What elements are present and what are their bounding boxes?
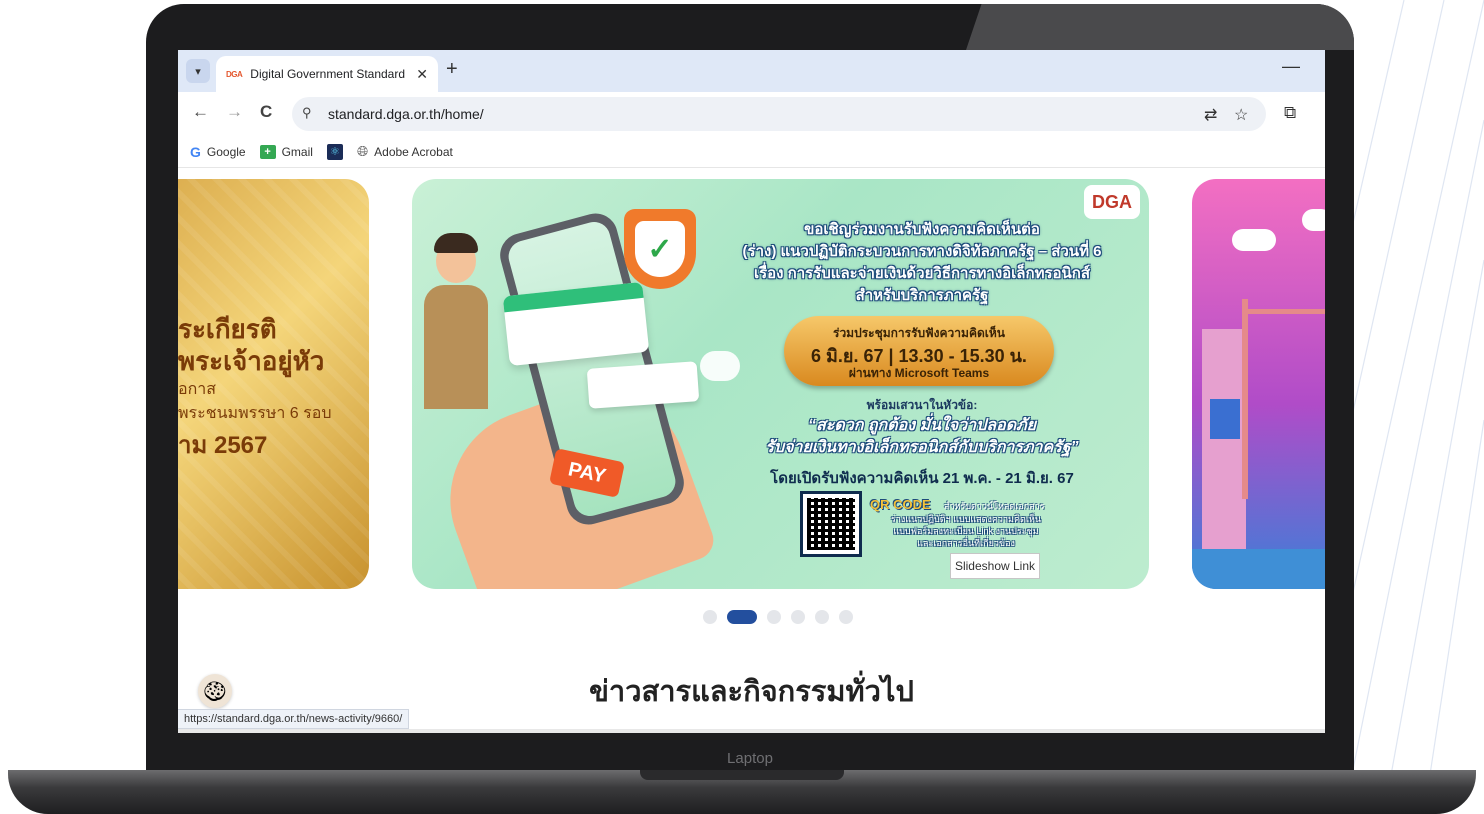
qr-subtitle: สำหรับดาวน์โหลดเอกสาร <box>944 501 1045 511</box>
tab-active[interactable]: DGA Digital Government Standard - ✕ <box>216 56 438 92</box>
qr-code <box>800 491 862 557</box>
back-icon[interactable]: ← <box>192 102 209 122</box>
close-icon[interactable]: ✕ <box>416 66 428 83</box>
dga-favicon-icon: DGA <box>226 69 243 79</box>
carousel-dot-active[interactable] <box>727 610 757 624</box>
feedback-period: โดยเปิดรับฟังความคิดเห็น 21 พ.ค. - 21 มิ… <box>770 470 1074 487</box>
slide-heading: ขอเชิญร่วมงานรับฟังความคิดเห็นต่อ (ร่าง)… <box>742 221 1102 304</box>
stage: Laptop ▾ DGA Digital Government Standard… <box>0 0 1484 814</box>
bookmark-label: Gmail <box>281 144 313 159</box>
slide-text: พระเจ้าอยู่หัว <box>178 346 325 376</box>
reload-icon[interactable]: C <box>260 102 272 122</box>
gmail-icon: + <box>259 144 276 159</box>
bookmark-gmail[interactable]: + Gmail <box>259 144 313 159</box>
slide-next[interactable] <box>1192 179 1325 589</box>
carousel-dot[interactable] <box>791 610 805 624</box>
plus-icon[interactable]: + <box>446 58 458 81</box>
card-illustration <box>586 361 700 409</box>
officer-illustration <box>420 229 490 409</box>
tab-bar: ▾ DGA Digital Government Standard - ✕ + … <box>178 50 1325 92</box>
tooltip: Slideshow Link <box>950 553 1040 579</box>
carousel-dots <box>703 610 853 624</box>
topic-label: พร้อมเสวนาในหัวข้อ: <box>866 398 978 412</box>
card-illustration <box>502 281 650 367</box>
google-icon: G <box>190 143 201 160</box>
dga-logo: DGA <box>1084 185 1140 219</box>
translate-icon[interactable]: ⇄ <box>1204 105 1217 125</box>
screen-edge <box>178 729 1325 733</box>
cloud-icon <box>700 351 740 381</box>
forward-icon[interactable]: → <box>226 102 243 122</box>
bookmark-google[interactable]: G Google <box>190 144 246 160</box>
slide-current[interactable]: ✓ PAY DGA ขอเชิญร่วมงานรับฟังความคิดเห็น… <box>412 179 1149 589</box>
chevron-down-icon[interactable]: ▾ <box>186 59 210 83</box>
cookie-icon[interactable]: 🍪︎ <box>198 674 232 708</box>
url-text[interactable]: standard.dga.or.th/home/ <box>328 106 484 122</box>
puzzle-icon[interactable]: ⧉ <box>1284 103 1296 123</box>
minimize-icon[interactable]: — <box>1282 56 1300 77</box>
carousel-dot[interactable] <box>703 610 717 624</box>
bookmarks-bar: G Google + Gmail ⚛ 🌐︎ Adobe Acrobat <box>178 136 1325 168</box>
laptop-label: Laptop <box>727 750 773 767</box>
address-bar[interactable]: ⚲ standard.dga.or.th/home/ ⇄ ☆ <box>292 97 1266 131</box>
carousel-dot[interactable] <box>839 610 853 624</box>
status-bar-url: https://standard.dga.or.th/news-activity… <box>178 709 410 729</box>
topic-quote: “สะดวก ถูกต้อง มั่นใจว่าปลอดภัย รับจ่ายเ… <box>765 417 1079 456</box>
carousel-dot[interactable] <box>767 610 781 624</box>
hero-carousel: ระเกียรติ พระเจ้าอยู่หัว อกาส พระชนมพรรษ… <box>178 168 1325 598</box>
bookmark-adobe-acrobat[interactable]: 🌐︎ Adobe Acrobat <box>357 143 453 160</box>
bookmark-label: Google <box>206 144 246 159</box>
shield-check-icon: ✓ <box>624 209 696 289</box>
carousel-dot[interactable] <box>815 610 829 624</box>
globe-icon: 🌐︎ <box>356 143 369 159</box>
meeting-pill: ร่วมประชุมการรับฟังความคิดเห็น 6 มิ.ย. 6… <box>784 316 1054 386</box>
tab-title: Digital Government Standard - <box>250 67 409 81</box>
qr-title: QR CODE <box>870 497 931 512</box>
bookmark-react[interactable]: ⚛ <box>326 143 343 160</box>
laptop-notch <box>640 770 844 780</box>
slide-text: พระชนมพรรษา 6 รอบ <box>178 405 332 422</box>
qr-description: ร่างแนวปฏิบัติฯ แบบแสดงความคิดเห็น แบบฟอ… <box>890 514 1041 548</box>
lid-reflection <box>966 4 1354 50</box>
slide-previous[interactable]: ระเกียรติ พระเจ้าอยู่หัว อกาส พระชนมพรรษ… <box>178 179 369 589</box>
slide-text: าม 2567 <box>178 432 268 459</box>
slide-text: อกาส <box>178 381 217 398</box>
tune-icon[interactable]: ⚲ <box>302 105 312 121</box>
bookmark-label: Adobe Acrobat <box>374 144 453 159</box>
browser-window: ▾ DGA Digital Government Standard - ✕ + … <box>178 50 1325 733</box>
react-icon: ⚛ <box>326 143 343 160</box>
section-title: ข่าวสารและกิจกรรมทั่วไป <box>589 676 914 708</box>
star-icon[interactable]: ☆ <box>1234 105 1248 125</box>
toolbar: ← → C ⚲ standard.dga.or.th/home/ ⇄ ☆ ⧉ <box>178 92 1325 136</box>
